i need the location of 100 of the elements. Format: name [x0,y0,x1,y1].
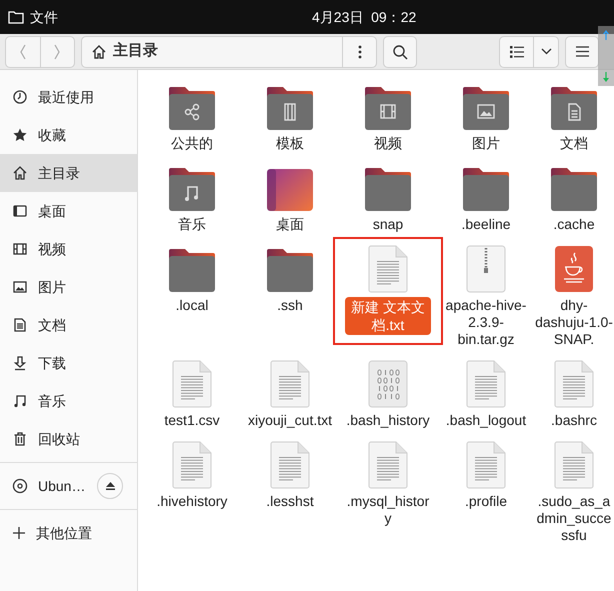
clock[interactable]: 4月23日 09：22 [312,6,416,28]
search-icon [392,44,408,60]
sidebar-item[interactable]: 视频 [0,230,137,268]
sidebar-label: 视频 [38,240,66,258]
sidebar-item[interactable]: 桌面 [0,192,137,230]
video-icon [12,241,28,257]
sidebar-item[interactable]: 图片 [0,268,137,306]
file-name: 公共的 [171,135,213,152]
sidebar-item[interactable]: 音乐 [0,382,137,420]
file-item[interactable]: 模板 [241,81,339,152]
file-item[interactable]: .bashrc [535,358,613,429]
sidebar-label: 音乐 [38,392,66,410]
file-item[interactable]: .mysql_history [339,439,437,527]
sidebar-item[interactable]: Ubun… [0,467,137,505]
file-item[interactable]: .bash_logout [437,358,535,429]
file-name: .cache [553,216,595,233]
sidebar-label: 主目录 [38,164,80,182]
file-name: .sudo_as_admin_successfu [536,493,612,544]
sidebar-item[interactable]: 其他位置 [0,514,137,552]
location-bar[interactable]: 主目录 [81,36,377,68]
file-name: .bash_history [346,412,430,429]
text-file-icon [270,360,310,408]
eject-icon [106,482,114,490]
file-item[interactable]: .cache [535,162,613,233]
plus-icon [12,526,26,540]
file-item[interactable]: xiyouji_cut.txt [241,358,339,429]
file-name: test1.csv [164,412,220,429]
disc-icon [12,478,28,494]
file-name: .local [176,297,208,314]
file-item[interactable]: .bash_history [339,358,437,429]
file-item[interactable]: .profile [437,439,535,510]
sidebar-item[interactable]: 下载 [0,344,137,382]
down-arrow-icon [603,72,609,82]
file-name: 视频 [374,135,402,152]
sidebar-item[interactable]: 最近使用 [0,78,137,116]
sidebar-label: 下载 [38,354,66,372]
app-name[interactable]: 文件 [30,6,58,28]
file-name: .lesshst [266,493,314,510]
back-icon [18,44,27,60]
text-file-icon [368,245,408,293]
file-item[interactable]: .sudo_as_admin_successfu [535,439,613,544]
file-name: .profile [464,493,508,510]
shared-folder-icon [168,85,216,131]
sidebar-label: 收藏 [38,126,66,144]
picture-folder-icon [462,85,510,131]
file-name: 音乐 [178,216,206,233]
text-file-icon [172,360,212,408]
file-name: .beeline [461,216,511,233]
text-file-icon [466,441,506,489]
sidebar-item[interactable]: 主目录 [0,154,137,192]
file-name: .bash_logout [446,412,526,429]
file-item[interactable]: dhy-dashuju-1.0-SNAP. [535,243,613,348]
sidebar-item[interactable]: 文档 [0,306,137,344]
text-file-icon [368,441,408,489]
sidebar-label: 其他位置 [36,524,92,542]
sidebar-label: 桌面 [38,202,66,220]
file-item[interactable]: 视频 [339,81,437,152]
scrollbar[interactable] [598,26,614,86]
file-item[interactable]: 桌面 [241,162,339,233]
folder-icon [364,166,412,212]
music-folder-icon [168,166,216,212]
file-name: 新建 文本文档.txt [345,297,431,335]
document-icon [12,317,28,333]
sidebar-item[interactable]: 回收站 [0,420,137,458]
file-item[interactable]: .local [143,243,241,314]
menu-button[interactable] [565,36,599,68]
file-item[interactable]: snap [339,162,437,233]
file-item[interactable]: .hivehistory [143,439,241,510]
file-item[interactable]: 新建 文本文档.txt [333,237,443,345]
folder-icon [462,166,510,212]
file-item[interactable]: 文档 [535,81,613,152]
forward-icon [53,44,62,60]
search-button[interactable] [383,36,417,68]
file-item[interactable]: 音乐 [143,162,241,233]
location-text: 主目录 [113,40,159,62]
binary-file-icon [368,360,408,408]
file-item[interactable]: 公共的 [143,81,241,152]
text-file-icon [554,441,594,489]
home-icon [12,165,28,181]
file-name: .mysql_history [346,493,430,527]
eject-button[interactable] [97,473,123,499]
download-icon [12,355,28,371]
text-file-icon [466,360,506,408]
file-item[interactable]: 图片 [437,81,535,152]
file-name: snap [372,216,404,233]
sidebar-label: 回收站 [38,430,80,448]
file-item[interactable]: .beeline [437,162,535,233]
starred-icon [12,127,28,143]
file-name: .bashrc [551,412,597,429]
music-icon [12,393,28,409]
sidebar-item[interactable]: 收藏 [0,116,137,154]
file-item[interactable]: .lesshst [241,439,339,510]
recent-icon [12,89,28,105]
sidebar-label: Ubun… [38,476,86,496]
java-file-icon [554,245,594,293]
sidebar-label: 图片 [38,278,66,296]
up-arrow-icon [603,30,609,40]
file-name: .ssh [277,297,303,314]
sidebar-label: 最近使用 [38,88,94,106]
file-item[interactable]: test1.csv [143,358,241,429]
